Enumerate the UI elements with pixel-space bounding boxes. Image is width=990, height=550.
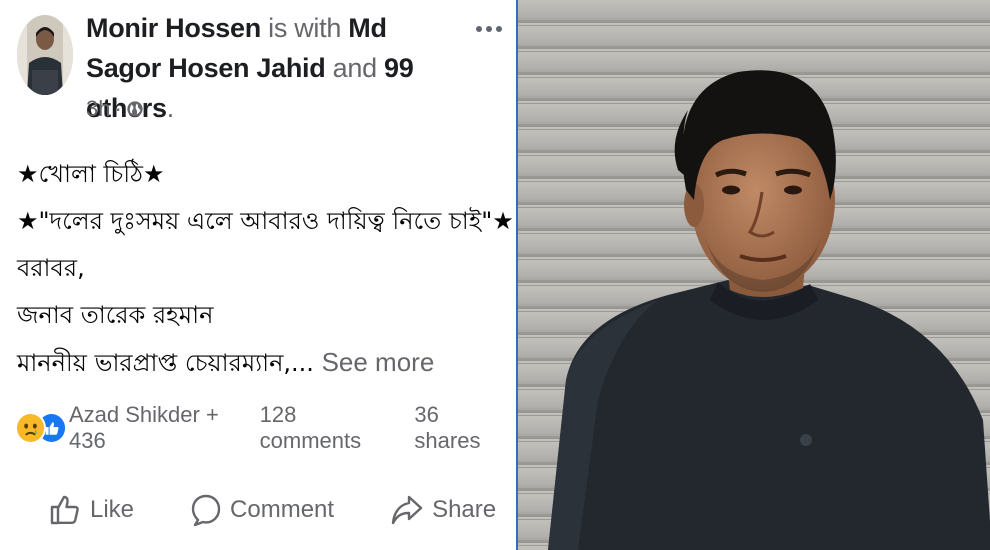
body-line-5-text: মাননীয় ভারপ্রাপ্ত চেয়ারম্যান,... xyxy=(17,349,314,377)
post-photo[interactable] xyxy=(516,0,990,550)
avatar[interactable] xyxy=(17,15,73,95)
comment-button[interactable]: Comment xyxy=(162,493,362,527)
thumbs-up-icon xyxy=(50,495,79,525)
post-time[interactable]: 3h xyxy=(86,96,110,122)
globe-icon xyxy=(127,101,143,117)
header-period: . xyxy=(166,93,175,123)
comment-icon xyxy=(191,494,221,527)
post-body: ★খোলা চিঠি★ ★"দলের দুঃসময় এলে আবারও দায… xyxy=(17,152,514,387)
author-name[interactable]: Monir Hossen xyxy=(86,13,261,43)
engagement-counts: 128 comments 36 shares xyxy=(260,402,510,454)
body-line-5: মাননীয় ভারপ্রাপ্ত চেয়ারম্যান,... See m… xyxy=(17,340,507,387)
and-text: and xyxy=(332,53,377,83)
comment-label: Comment xyxy=(230,496,335,523)
body-line-2: ★"দলের দুঃসময় এলে আবারও দায়িত্ব নিতে চ… xyxy=(17,207,514,235)
reactions-bar: Azad Shikder + 436 128 comments 36 share… xyxy=(15,402,510,453)
facebook-post: Monir Hossen is with Md Sagor Hosen Jahi… xyxy=(0,0,515,550)
shares-count[interactable]: 36 shares xyxy=(414,402,510,454)
more-icon[interactable] xyxy=(472,18,506,40)
portrait-image xyxy=(518,0,990,550)
share-label: Share xyxy=(432,496,497,523)
see-more-link[interactable]: See more xyxy=(322,347,435,377)
body-line-4: জনাব তারেক রহমান xyxy=(17,301,214,329)
body-line-3: বরাবর, xyxy=(17,254,85,282)
comments-count[interactable]: 128 comments xyxy=(260,402,403,454)
like-label: Like xyxy=(90,496,135,523)
sad-reaction-icon xyxy=(15,412,46,444)
share-icon xyxy=(391,495,423,525)
reaction-icons[interactable] xyxy=(15,412,67,444)
post-meta: 3h · xyxy=(86,96,144,122)
action-bar: Like Comment Share xyxy=(20,485,500,535)
with-text: is with xyxy=(268,13,342,43)
share-button[interactable]: Share xyxy=(362,493,524,527)
reaction-names[interactable]: Azad Shikder + 436 xyxy=(69,402,260,454)
like-button[interactable]: Like xyxy=(20,493,162,527)
meta-separator: · xyxy=(114,96,122,121)
body-line-1: ★খোলা চিঠি★ xyxy=(17,160,165,188)
